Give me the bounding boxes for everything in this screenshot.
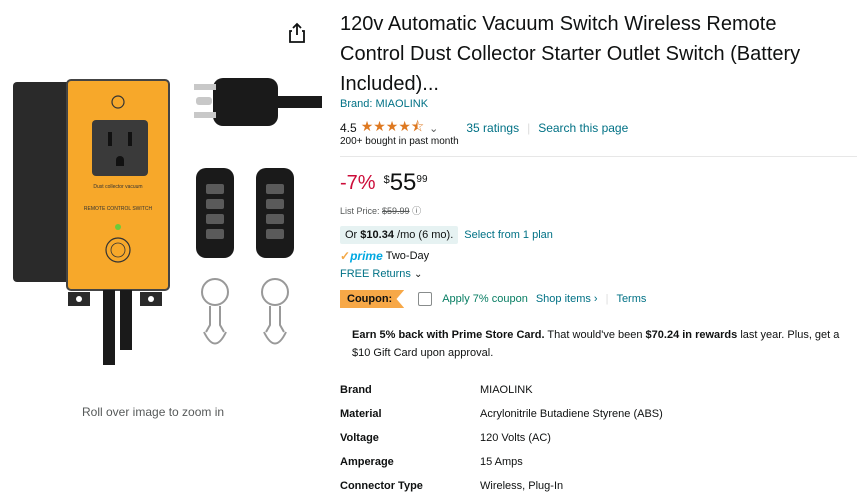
spec-key: Material: [340, 408, 382, 420]
monthly-prefix: Or: [345, 229, 358, 241]
free-returns-label: FREE Returns: [340, 268, 411, 280]
monthly-suffix: /mo (6 mo).: [397, 229, 454, 241]
spec-value: MIAOLINK: [480, 384, 533, 396]
two-day-label: Two-Day: [385, 250, 430, 262]
coupon-checkbox[interactable]: [418, 292, 433, 306]
chevron-down-icon: ⌄: [413, 269, 423, 280]
spec-key: Connector Type: [340, 480, 423, 492]
spec-key: Amperage: [340, 456, 394, 468]
info-icon[interactable]: ⓘ: [412, 206, 421, 216]
prime-card-bold: Earn 5% back with Prime Store Card.: [352, 329, 545, 341]
discount-percent: -7%: [340, 172, 376, 194]
table-row: Brand MIAOLINK: [340, 378, 663, 402]
table-row: Material Acrylonitrile Butadiene Styrene…: [340, 402, 663, 426]
monthly-amount: $10.34: [360, 229, 394, 241]
specs-table: Brand MIAOLINK Material Acrylonitrile Bu…: [340, 378, 663, 498]
price-row: -7% $ 55 99: [340, 170, 428, 196]
select-plan-link[interactable]: Select from 1 plan: [464, 229, 553, 241]
search-page-link[interactable]: Search this page: [538, 121, 628, 135]
spec-key: Voltage: [340, 432, 379, 444]
monthly-payment-box: Or $10.34 /mo (6 mo).: [340, 226, 459, 244]
spec-value: 15 Amps: [480, 456, 523, 468]
image-label-mid: REMOTE CONTROL SWITCH: [84, 206, 153, 212]
brand-link[interactable]: Brand: MIAOLINK: [340, 98, 428, 110]
list-price-label: List Price:: [340, 206, 380, 216]
prime-logo: prime: [350, 249, 383, 263]
list-price-value: $59.99: [382, 206, 410, 216]
spec-key: Brand: [340, 384, 372, 396]
price-fraction: 99: [416, 174, 428, 185]
prime-card-rewards: $70.24 in rewards: [645, 329, 738, 341]
list-price: List Price: $59.99 ⓘ: [340, 204, 421, 217]
monthly-payment: Or $10.34 /mo (6 mo). Select from 1 plan: [340, 226, 553, 244]
product-image[interactable]: Dust collector vacuum REMOTE CONTROL SWI…: [10, 70, 330, 370]
apply-coupon-label[interactable]: Apply 7% coupon: [442, 293, 528, 305]
rating-value: 4.5: [340, 121, 357, 135]
bought-count: 200+ bought in past month: [340, 136, 459, 147]
table-row: Voltage 120 Volts (AC): [340, 426, 663, 450]
price-whole: 55: [389, 169, 417, 196]
prime-card-mid: That would've been: [544, 329, 646, 341]
divider: [340, 156, 857, 157]
separator: |: [605, 293, 609, 305]
spec-value: Wireless, Plug-In: [480, 480, 564, 492]
coupon-badge: Coupon:: [340, 290, 405, 308]
spec-value: Acrylonitrile Butadiene Styrene (ABS): [480, 408, 663, 420]
coupon-row: Coupon: Apply 7% coupon Shop items › | T…: [340, 290, 646, 308]
prime-row: ✓ prime Two-Day: [340, 249, 429, 263]
table-row: Amperage 15 Amps: [340, 450, 663, 474]
prime-card-offer: Earn 5% back with Prime Store Card. That…: [352, 326, 842, 362]
ratings-count-link[interactable]: 35 ratings: [466, 121, 519, 135]
table-row: Connector Type Wireless, Plug-In: [340, 474, 663, 498]
share-icon[interactable]: [287, 22, 307, 44]
prime-check-icon: ✓: [340, 249, 351, 263]
chevron-down-icon[interactable]: ⌄: [429, 122, 438, 135]
zoom-hint: Roll over image to zoom in: [82, 405, 225, 419]
terms-link[interactable]: Terms: [616, 293, 646, 305]
separator: |: [527, 121, 531, 135]
product-title: 120v Automatic Vacuum Switch Wireless Re…: [340, 13, 801, 95]
shop-items-link[interactable]: Shop items ›: [536, 293, 598, 305]
image-label-top: Dust collector vacuum: [93, 184, 142, 190]
free-returns-link[interactable]: FREE Returns ⌄: [340, 268, 422, 280]
spec-value: 120 Volts (AC): [480, 432, 551, 444]
price: $ 55 99: [384, 170, 428, 196]
